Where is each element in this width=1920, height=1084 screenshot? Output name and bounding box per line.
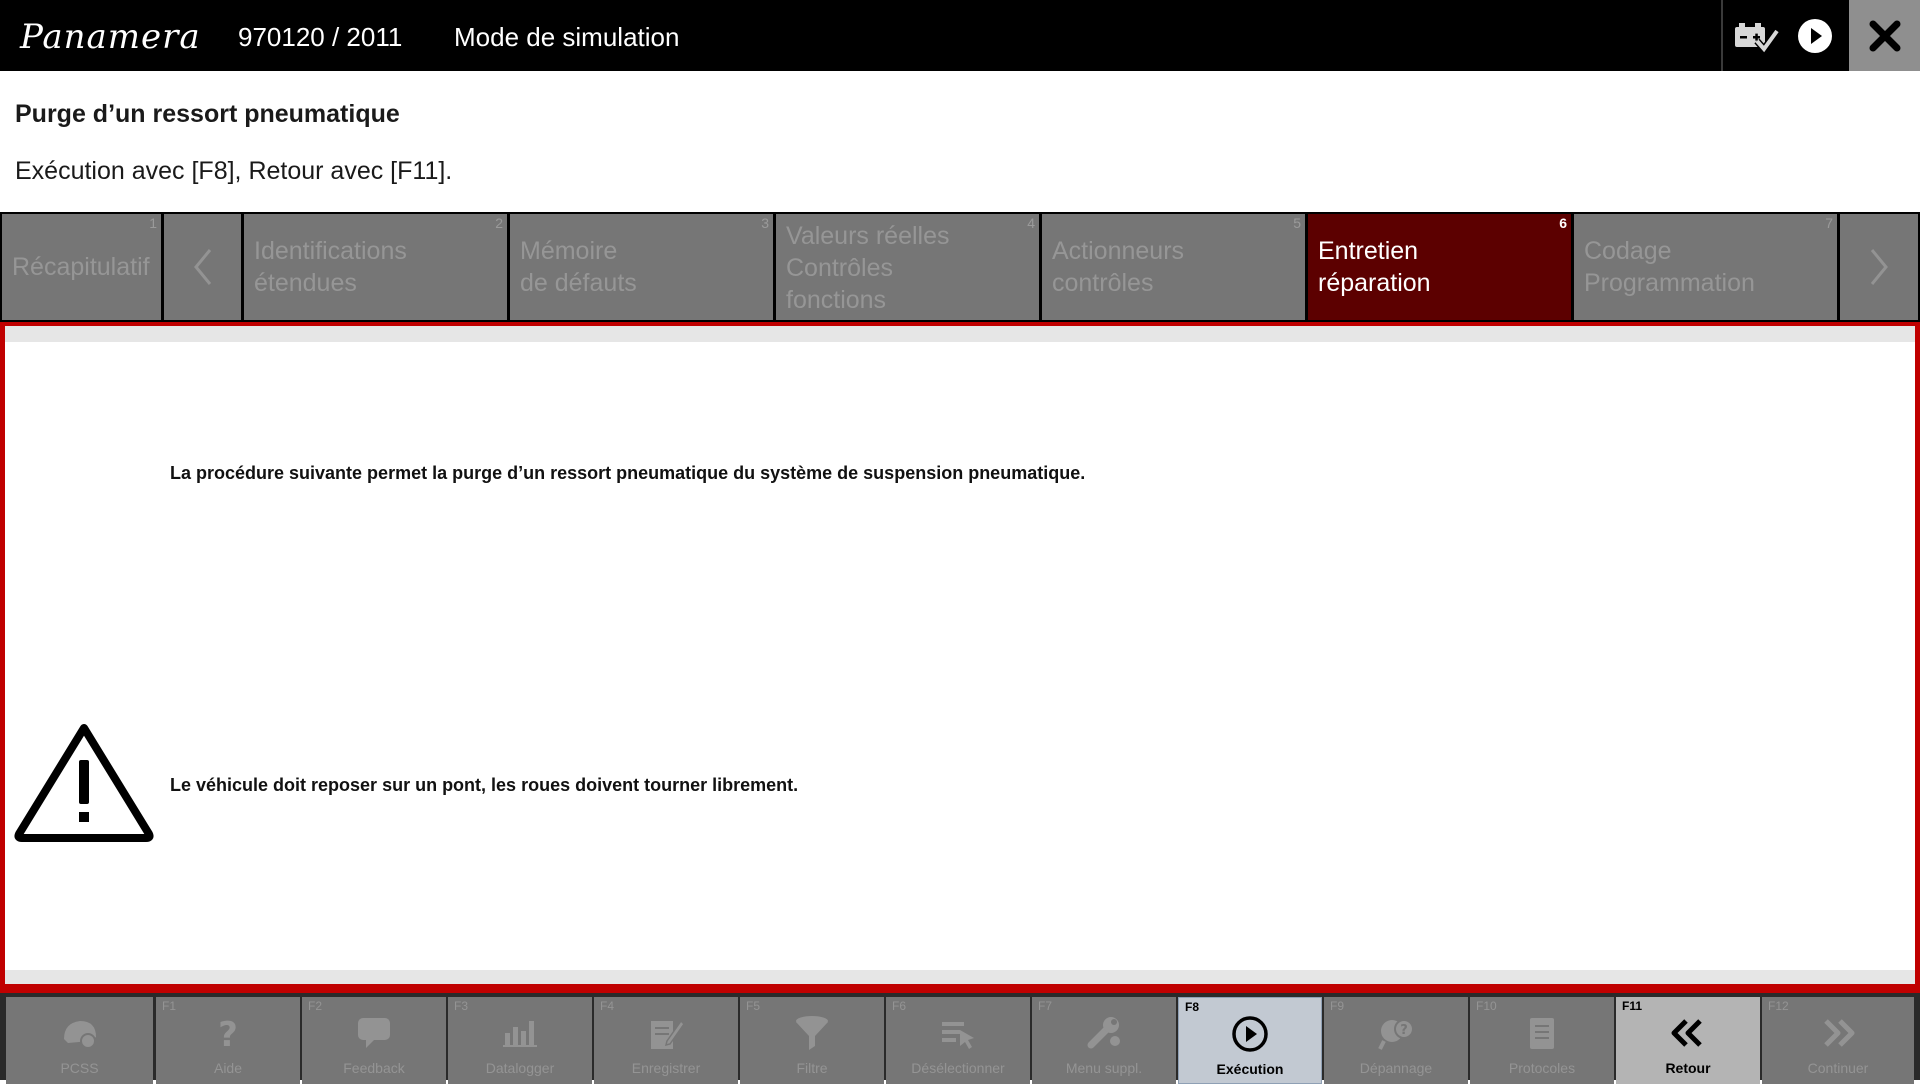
fkey-code: F4 <box>600 999 615 1013</box>
back-icon <box>1616 1013 1760 1053</box>
tab-fault-memory[interactable]: 3 Mémoire de défauts <box>510 214 773 320</box>
fkey-extra-menu[interactable]: F7 Menu suppl. <box>1032 997 1176 1084</box>
continue-icon <box>1762 1013 1914 1053</box>
procedure-description: La procédure suivante permet la purge d’… <box>170 463 1086 483</box>
execute-icon <box>1179 1014 1321 1054</box>
content-panel: La procédure suivante permet la purge d’… <box>0 322 1920 989</box>
fkey-troubleshoot[interactable]: F9 ? Dépannage <box>1324 997 1468 1084</box>
tab-extended-identifications[interactable]: 2 Identifications étendues <box>244 214 507 320</box>
fkey-protocols[interactable]: F10 Protocoles <box>1470 997 1614 1084</box>
tab-label: Valeurs réelles Contrôles fonctions <box>786 222 950 314</box>
fkey-help[interactable]: F1 ? Aide <box>156 997 300 1084</box>
chevron-left-icon <box>193 249 211 285</box>
tab-label: Identifications étendues <box>254 237 407 297</box>
fkey-code: F3 <box>454 999 469 1013</box>
tab-label: Mémoire de défauts <box>520 237 637 297</box>
tab-scroll-left[interactable] <box>164 214 241 320</box>
tab-summary[interactable]: 1 Récapitulatif <box>2 214 161 320</box>
fkey-label: Désélectionner <box>911 1060 1005 1076</box>
fkey-code: F11 <box>1622 999 1643 1013</box>
close-button[interactable] <box>1849 0 1920 71</box>
fkey-code: F10 <box>1476 999 1497 1013</box>
battery-check-icon[interactable] <box>1726 0 1786 71</box>
fkey-label: Protocoles <box>1508 1060 1576 1076</box>
vehicle-id: 970120 / 2011 <box>238 22 403 52</box>
save-icon <box>594 1013 738 1053</box>
fkey-label: Filtre <box>796 1060 828 1076</box>
fkey-label: Continuer <box>1807 1060 1869 1076</box>
svg-text:?: ? <box>1400 1023 1408 1038</box>
fkey-code: F12 <box>1768 999 1789 1013</box>
fkey-label: Datalogger <box>485 1060 555 1076</box>
fkey-label: Feedback <box>343 1060 405 1076</box>
warning-text: Le véhicule doit reposer sur un pont, le… <box>170 775 799 795</box>
troubleshoot-icon: ? <box>1324 1013 1468 1053</box>
fkey-label: Enregistrer <box>631 1060 701 1076</box>
warning-icon <box>13 720 155 849</box>
play-icon[interactable] <box>1788 0 1842 71</box>
tab-coding-programming[interactable]: 7 Codage Programmation <box>1574 214 1837 320</box>
close-icon <box>1869 20 1900 51</box>
pcss-icon <box>6 1013 153 1053</box>
help-icon: ? <box>156 1013 300 1053</box>
fkey-code: F6 <box>892 999 907 1013</box>
fkey-execute[interactable]: F8 Exécution <box>1178 997 1322 1084</box>
fkey-label: Retour <box>1665 1060 1711 1076</box>
fkey-datalogger[interactable]: F3 Datalogger <box>448 997 592 1084</box>
tab-label: Codage Programmation <box>1584 237 1755 297</box>
tab-actuator-tests[interactable]: 5 Actionneurs contrôles <box>1042 214 1305 320</box>
tab-label: Entretien réparation <box>1318 237 1431 297</box>
tab-bar: 1 Récapitulatif 2 Identifications étendu… <box>0 212 1920 322</box>
filter-icon <box>740 1013 884 1053</box>
extra-menu-icon <box>1032 1013 1176 1053</box>
fkey-label: Menu suppl. <box>1065 1060 1143 1076</box>
fkey-label: Exécution <box>1216 1061 1284 1077</box>
fkey-code: F1 <box>162 999 177 1013</box>
fkey-back[interactable]: F11 Retour <box>1616 997 1760 1084</box>
top-bar: Panamera 970120 / 2011 Mode de simulatio… <box>0 0 1920 71</box>
fkey-code: F2 <box>308 999 323 1013</box>
fkey-feedback[interactable]: F2 Feedback <box>302 997 446 1084</box>
top-divider <box>1721 0 1723 71</box>
model-logo: Panamera <box>20 17 201 57</box>
protocols-icon <box>1470 1013 1614 1053</box>
fkey-continue[interactable]: F12 Continuer <box>1762 997 1914 1084</box>
fkey-code: F7 <box>1038 999 1053 1013</box>
fkey-filter[interactable]: F5 Filtre <box>740 997 884 1084</box>
chevron-right-icon <box>1870 249 1888 285</box>
content-bottom-strip <box>5 970 1915 984</box>
fkey-label: Aide <box>213 1060 243 1076</box>
fkey-label: Dépannage <box>1359 1060 1433 1076</box>
fkey-label: PCSS <box>60 1060 99 1076</box>
datalogger-icon <box>448 1013 592 1053</box>
tab-scroll-right[interactable] <box>1840 214 1918 320</box>
fkey-save[interactable]: F4 Enregistrer <box>594 997 738 1084</box>
tab-label: Récapitulatif <box>12 253 150 281</box>
fkey-code: F5 <box>746 999 761 1013</box>
fkey-deselect[interactable]: F6 Désélectionner <box>886 997 1030 1084</box>
page-instruction: Exécution avec [F8], Retour avec [F11]. <box>15 157 453 185</box>
svg-text:?: ? <box>218 1015 238 1052</box>
fkey-code: F9 <box>1330 999 1345 1013</box>
tab-actual-values[interactable]: 4 Valeurs réelles Contrôles fonctions <box>776 214 1039 320</box>
function-key-bar: PCSS F1 ? Aide F2 Feedback F3 Datalogger… <box>0 989 1920 1084</box>
tab-maintenance-repair[interactable]: 6 Entretien réparation <box>1308 214 1571 320</box>
mode-label: Mode de simulation <box>454 22 680 52</box>
tab-label: Actionneurs contrôles <box>1052 237 1185 297</box>
fkey-pcss[interactable]: PCSS <box>6 997 153 1084</box>
fkey-code: F8 <box>1185 1000 1200 1014</box>
page-title: Purge d’un ressort pneumatique <box>15 100 400 128</box>
deselect-icon <box>886 1013 1030 1053</box>
content-top-strip <box>5 326 1915 342</box>
feedback-icon <box>302 1013 446 1053</box>
